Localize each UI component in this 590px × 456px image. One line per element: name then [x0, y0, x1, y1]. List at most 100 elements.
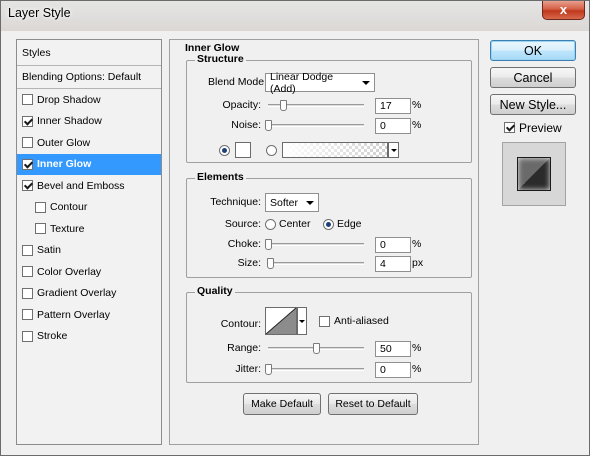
size-unit: px [412, 257, 424, 269]
technique-select[interactable]: Softer [265, 193, 319, 212]
size-slider-thumb[interactable] [267, 258, 274, 269]
choke-slider-thumb[interactable] [265, 239, 272, 250]
style-item-inner-shadow[interactable]: Inner Shadow [17, 111, 161, 132]
source-label: Source: [224, 218, 261, 230]
ok-label: OK [523, 43, 543, 58]
style-checkbox[interactable] [22, 309, 33, 320]
chevron-down-icon [299, 319, 305, 323]
blending-options-label: Blending Options: Default [22, 71, 142, 83]
style-item-stroke[interactable]: Stroke [17, 326, 161, 347]
layer-style-dialog: Layer Style x Styles Blending Options: D… [0, 0, 590, 456]
close-button[interactable]: x [542, 1, 585, 20]
jitter-slider[interactable] [268, 368, 364, 371]
style-item-texture[interactable]: Texture [17, 218, 161, 239]
style-item-label: Stroke [37, 330, 68, 342]
style-item-pattern-overlay[interactable]: Pattern Overlay [17, 304, 161, 325]
source-edge-radio[interactable] [323, 219, 334, 230]
choke-label: Choke: [227, 238, 261, 250]
preview-label[interactable]: Preview [519, 121, 562, 135]
opacity-slider-thumb[interactable] [280, 100, 287, 111]
style-item-label: Outer Glow [37, 136, 91, 149]
style-item-label: Contour [50, 201, 88, 213]
source-center-radio[interactable] [265, 219, 276, 230]
blend-mode-label: Blend Mode: [208, 76, 267, 88]
style-checkbox[interactable] [22, 137, 33, 148]
style-checkbox[interactable] [35, 201, 46, 213]
noise-slider[interactable] [268, 124, 364, 127]
style-item-label: Pattern Overlay [37, 308, 110, 321]
opacity-input[interactable]: 17 [375, 98, 411, 114]
technique-value: Softer [270, 196, 299, 209]
gradient-picker[interactable] [282, 142, 388, 158]
solid-color-radio[interactable] [219, 145, 230, 156]
inner-glow-panel: Inner Glow Structure Blend Mode: Linear … [169, 39, 479, 445]
opacity-unit: % [412, 99, 422, 111]
jitter-input[interactable]: 0 [375, 362, 411, 378]
style-checkbox[interactable] [22, 180, 33, 191]
new-style-label: New Style... [499, 97, 567, 112]
style-item-contour[interactable]: Contour [17, 197, 161, 218]
noise-slider-thumb[interactable] [265, 120, 272, 131]
range-label: Range: [227, 342, 261, 354]
anti-aliased-checkbox[interactable] [319, 316, 330, 327]
styles-header[interactable]: Styles [17, 40, 161, 66]
elements-title: Elements [195, 171, 246, 183]
range-slider-thumb[interactable] [313, 343, 320, 354]
contour-picker[interactable] [265, 307, 297, 335]
ok-button[interactable]: OK [490, 40, 576, 61]
noise-input[interactable]: 0 [375, 118, 411, 134]
style-item-label: Bevel and Emboss [37, 179, 125, 192]
choke-unit: % [412, 238, 422, 250]
style-checkbox[interactable] [22, 94, 33, 105]
glow-color-swatch[interactable] [235, 142, 251, 158]
size-input[interactable]: 4 [375, 256, 411, 272]
jitter-slider-thumb[interactable] [265, 364, 272, 375]
style-checkbox[interactable] [22, 266, 33, 277]
quality-group: Quality Contour: Anti-aliased Range: 50 [186, 285, 472, 383]
style-item-drop-shadow[interactable]: Drop Shadow [17, 89, 161, 110]
style-checkbox[interactable] [35, 223, 46, 234]
title-bar[interactable]: Layer Style x [1, 1, 589, 31]
blend-mode-select[interactable]: Linear Dodge (Add) [265, 71, 375, 95]
jitter-unit: % [412, 363, 422, 375]
contour-dropdown[interactable] [297, 307, 307, 335]
style-preview [502, 142, 566, 206]
range-input[interactable]: 50 [375, 341, 411, 357]
style-item-label: Color Overlay [37, 265, 102, 278]
size-label: Size: [237, 257, 261, 269]
cancel-button[interactable]: Cancel [490, 67, 576, 88]
elements-group: Elements Technique: Softer Source: Cente… [186, 171, 472, 278]
size-slider[interactable] [268, 262, 364, 265]
style-checkbox[interactable] [22, 330, 33, 342]
reset-to-default-button[interactable]: Reset to Default [328, 393, 418, 415]
style-checkbox[interactable] [22, 244, 33, 256]
style-item-color-overlay[interactable]: Color Overlay [17, 261, 161, 282]
style-item-label: Satin [37, 244, 61, 256]
make-default-button[interactable]: Make Default [243, 393, 321, 415]
style-item-outer-glow[interactable]: Outer Glow [17, 132, 161, 153]
style-item-satin[interactable]: Satin [17, 240, 161, 261]
reset-to-default-label: Reset to Default [335, 398, 411, 410]
structure-title: Structure [195, 53, 246, 65]
preview-checkbox[interactable] [504, 122, 515, 133]
gradient-radio[interactable] [266, 145, 277, 156]
anti-aliased-label[interactable]: Anti-aliased [334, 315, 389, 327]
style-checkbox[interactable] [22, 158, 33, 170]
style-checkbox[interactable] [22, 287, 33, 299]
style-item-gradient-overlay[interactable]: Gradient Overlay [17, 283, 161, 304]
style-item-label: Drop Shadow [37, 93, 101, 106]
choke-slider[interactable] [268, 243, 364, 246]
source-edge-label[interactable]: Edge [337, 218, 362, 230]
contour-curve-icon [265, 307, 297, 335]
source-center-label[interactable]: Center [279, 218, 311, 230]
choke-input[interactable]: 0 [375, 237, 411, 253]
blending-options-item[interactable]: Blending Options: Default [17, 66, 161, 89]
style-item-inner-glow[interactable]: Inner Glow [17, 153, 161, 175]
new-style-button[interactable]: New Style... [490, 94, 576, 115]
style-checkbox[interactable] [22, 115, 33, 127]
noise-unit: % [412, 119, 422, 131]
style-item-bevel-and-emboss[interactable]: Bevel and Emboss [17, 175, 161, 196]
gradient-dropdown[interactable] [388, 142, 399, 158]
technique-label: Technique: [210, 196, 261, 208]
chevron-down-icon [390, 148, 397, 152]
